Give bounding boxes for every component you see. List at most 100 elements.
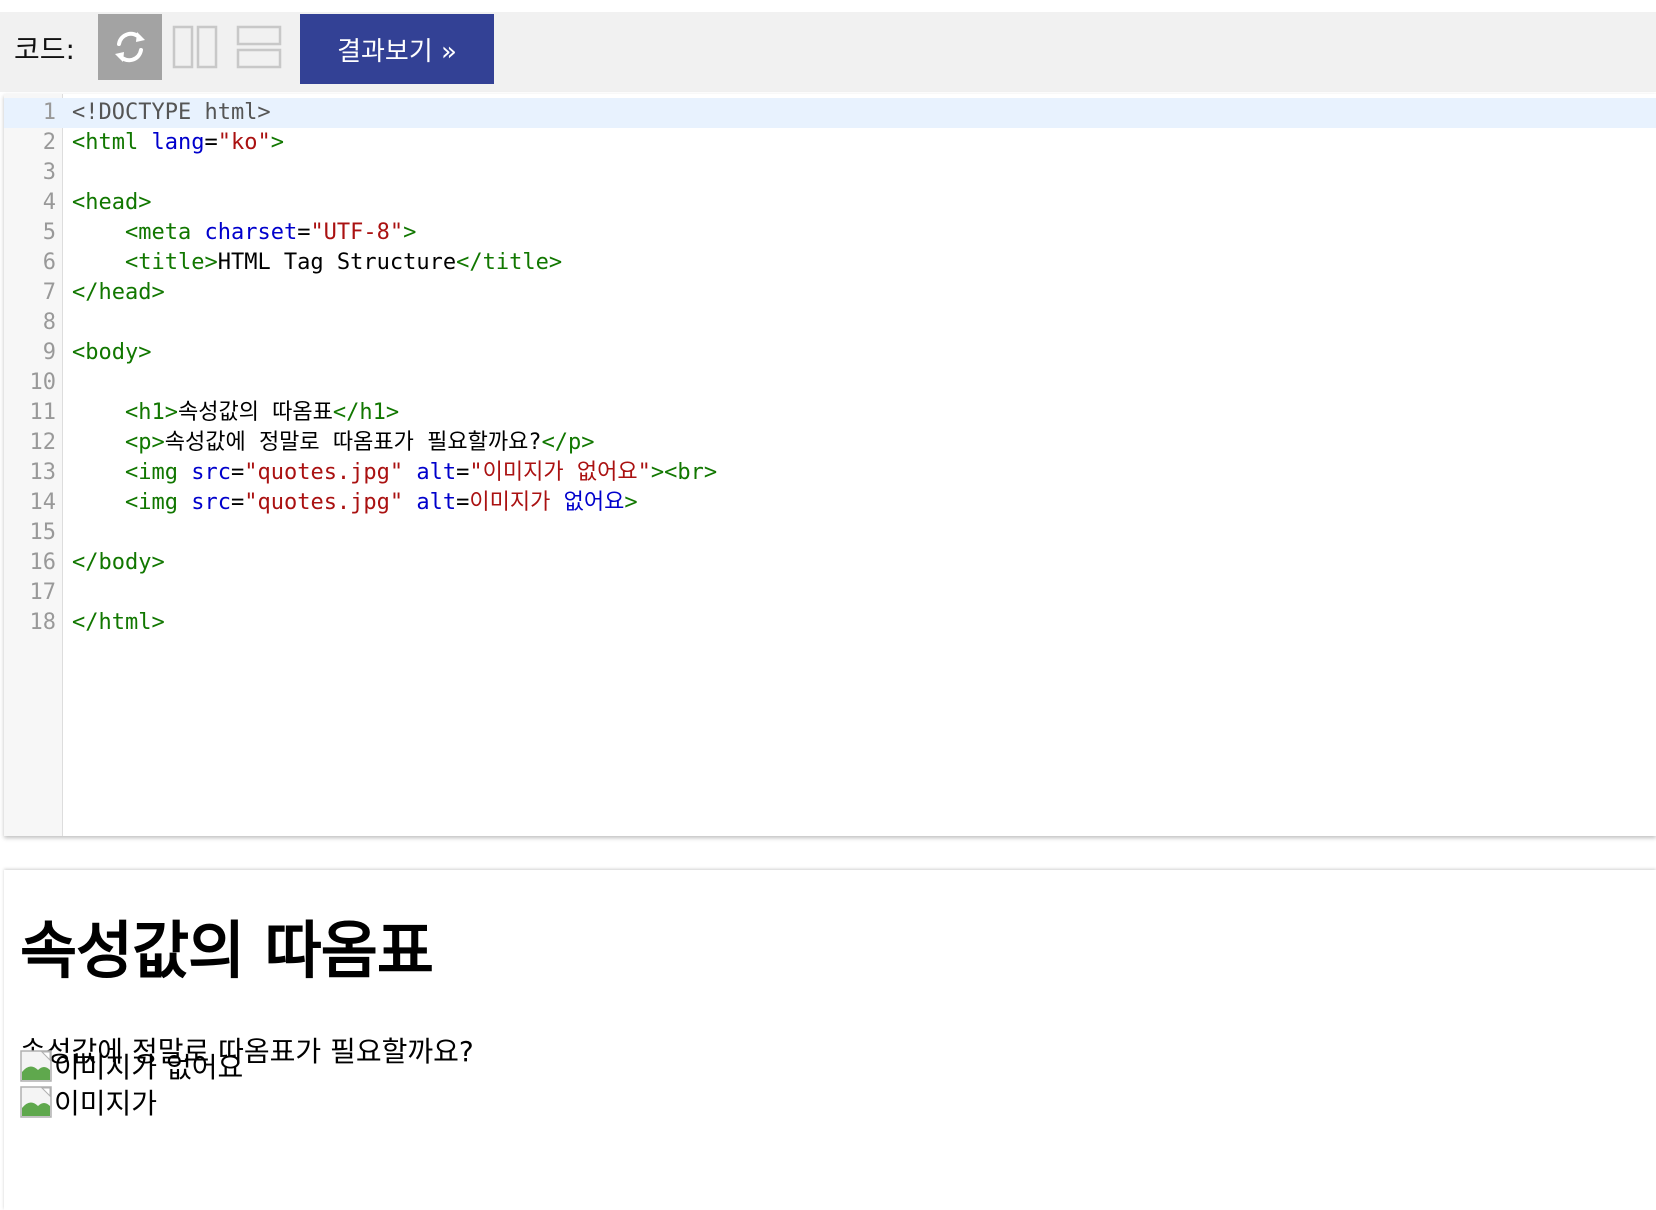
code-line[interactable]: 15 — [4, 518, 1656, 548]
code-token: </h1> — [332, 400, 400, 425]
line-number: 15 — [29, 520, 57, 545]
code-line[interactable]: 4 <head> — [4, 188, 1656, 218]
tryit-editor-page: 코드: 결과보기 » 1 <!DOCTYPE html> 2 <html lan… — [0, 0, 1656, 1210]
refresh-icon — [115, 31, 145, 63]
code-token: "UTF-8" — [310, 220, 404, 245]
broken-image-icon — [20, 1050, 52, 1082]
code-token: = — [297, 220, 311, 245]
line-number: 9 — [42, 340, 56, 365]
code-line[interactable]: 9 <body> — [4, 338, 1656, 368]
code-text: <h1>속성값의 따옴표</h1> — [72, 398, 399, 428]
code-token: charset — [204, 220, 298, 245]
code-text: <p>속성값에 정말로 따옴표가 필요할까요?</p> — [72, 428, 595, 458]
code-token: <img — [124, 490, 192, 515]
code-text: </html> — [72, 608, 165, 638]
code-token: 이미지가 — [469, 490, 564, 515]
code-token: <head> — [72, 190, 152, 215]
code-token: </p> — [541, 430, 595, 455]
code-text: <title>HTML Tag Structure</title> — [72, 248, 562, 278]
code-line[interactable]: 10 — [4, 368, 1656, 398]
code-token: <meta — [124, 220, 205, 245]
code-token: </body> — [72, 550, 165, 575]
code-token: "ko" — [217, 130, 271, 155]
view-result-button[interactable]: 결과보기 » — [300, 14, 494, 84]
code-line[interactable]: 2 <html lang="ko"> — [4, 128, 1656, 158]
code-token: alt — [416, 490, 457, 515]
code-token: <h1> — [124, 400, 178, 425]
code-line[interactable]: 8 — [4, 308, 1656, 338]
code-token: > — [624, 490, 638, 515]
code-token: </head> — [72, 280, 165, 305]
code-label: 코드: — [14, 33, 75, 66]
code-line[interactable]: 1 <!DOCTYPE html> — [4, 98, 1656, 128]
code-token: = — [230, 460, 245, 485]
code-text: </head> — [72, 278, 165, 308]
code-token: <p> — [124, 430, 165, 455]
code-token: ><br> — [650, 460, 718, 485]
code-token: <html — [72, 130, 152, 155]
line-number: 8 — [42, 310, 56, 335]
code-token: 없어요 — [563, 490, 625, 515]
result-frame: 속성값의 따옴표 속성값에 정말로 따옴표가 필요할까요? 이미지가 없어요 이… — [4, 870, 1656, 1210]
code-token: = — [230, 490, 245, 515]
code-line[interactable]: 13 <img src="quotes.jpg" alt="이미지가 없어요">… — [4, 458, 1656, 488]
code-line[interactable]: 5 <meta charset="UTF-8"> — [4, 218, 1656, 248]
code-token: </html> — [72, 610, 165, 635]
code-line[interactable]: 3 — [4, 158, 1656, 188]
code-text: <head> — [72, 188, 151, 218]
code-token: src — [191, 460, 231, 485]
code-text: <meta charset="UTF-8"> — [72, 218, 416, 248]
code-text: <html lang="ko"> — [72, 128, 284, 158]
two-columns-icon — [172, 25, 218, 69]
code-line[interactable]: 6 <title>HTML Tag Structure</title> — [4, 248, 1656, 278]
line-number: 18 — [29, 610, 57, 635]
split-columns-button[interactable] — [171, 22, 219, 72]
line-number: 4 — [42, 190, 56, 215]
code-token: <img — [124, 460, 192, 485]
code-text: </body> — [72, 548, 165, 578]
code-line[interactable]: 14 <img src="quotes.jpg" alt=이미지가 없어요> — [4, 488, 1656, 518]
line-number: 3 — [42, 160, 56, 185]
code-token: <!DOCTYPE html> — [72, 100, 271, 125]
code-token: 속성값에 정말로 따옴표가 필요할까요? — [164, 430, 542, 455]
line-number: 7 — [42, 280, 56, 305]
code-token: = — [204, 130, 218, 155]
two-rows-icon — [236, 25, 282, 69]
code-line[interactable]: 18 </html> — [4, 608, 1656, 638]
code-line[interactable]: 11 <h1>속성값의 따옴표</h1> — [4, 398, 1656, 428]
result-image-2: 이미지가 — [20, 1082, 157, 1122]
code-editor[interactable]: 1 <!DOCTYPE html> 2 <html lang="ko"> 3 4 <head… — [4, 94, 1656, 836]
code-line[interactable]: 7 </head> — [4, 278, 1656, 308]
code-token: <title> — [124, 250, 218, 275]
line-number: 6 — [42, 250, 56, 275]
code-token: lang — [151, 130, 205, 155]
line-number: 13 — [29, 460, 57, 485]
code-token: HTML Tag Structure — [217, 250, 457, 275]
line-number: 16 — [29, 550, 57, 575]
code-token: "이미지가 없어요" — [469, 460, 651, 485]
split-rows-button[interactable] — [235, 22, 283, 72]
code-token: 속성값의 따옴표 — [177, 400, 333, 425]
code-line[interactable]: 16 </body> — [4, 548, 1656, 578]
code-token: alt — [416, 460, 457, 485]
code-text: <!DOCTYPE html> — [72, 98, 271, 128]
code-text: <body> — [72, 338, 151, 368]
refresh-button[interactable] — [98, 14, 162, 80]
code-token: "quotes.jpg" — [244, 460, 404, 485]
line-number: 1 — [42, 100, 56, 125]
line-number: 14 — [29, 490, 57, 515]
code-token: </title> — [456, 250, 563, 275]
code-token: "quotes.jpg" — [244, 490, 404, 515]
line-number: 11 — [29, 400, 57, 425]
code-line[interactable]: 17 — [4, 578, 1656, 608]
code-line[interactable]: 12 <p>속성값에 정말로 따옴표가 필요할까요?</p> — [4, 428, 1656, 458]
result-image-1: 이미지가 없어요 — [20, 1046, 243, 1086]
code-token: = — [456, 490, 470, 515]
